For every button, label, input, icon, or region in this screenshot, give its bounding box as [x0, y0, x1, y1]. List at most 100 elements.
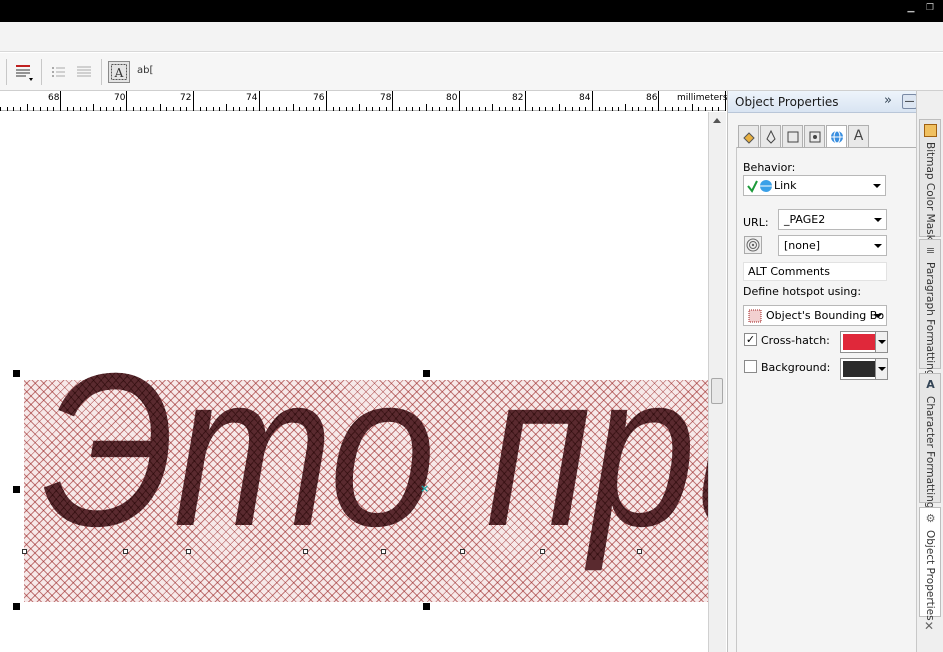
- selection-handle[interactable]: [423, 603, 430, 610]
- summary-icon: [809, 131, 820, 143]
- selection-handle[interactable]: [13, 486, 20, 493]
- ruler-label: 84: [579, 93, 591, 103]
- center-mark-icon[interactable]: ×: [420, 482, 429, 495]
- docker-tab-character-formatting[interactable]: A Character Formatting: [919, 373, 941, 509]
- crosshatch-checkbox[interactable]: ✓: [744, 333, 757, 346]
- target-select[interactable]: [none]: [778, 235, 887, 256]
- character-node[interactable]: [123, 549, 128, 554]
- pen-nib-icon: [765, 129, 776, 144]
- docker-tab-object-properties[interactable]: ⚙ Object Properties: [919, 507, 941, 621]
- behavior-value: Link: [774, 179, 797, 192]
- docker-tab-label: Paragraph Formatting: [924, 262, 936, 377]
- hotspot-label: Define hotspot using:: [743, 285, 862, 298]
- toolbar-separator: [101, 59, 102, 85]
- ruler-ticks: [0, 91, 726, 111]
- edit-text-label[interactable]: ab[: [137, 65, 153, 76]
- ruler-label: 68: [48, 93, 60, 103]
- url-value: _PAGE2: [784, 213, 826, 226]
- chevron-down-icon: [874, 218, 882, 222]
- paragraph-icon: ≡: [925, 244, 936, 257]
- url-select[interactable]: _PAGE2: [778, 209, 887, 230]
- scroll-thumb[interactable]: [711, 378, 723, 404]
- object-properties-panel: Object Properties » — A Behavior: Link U…: [727, 91, 917, 652]
- character-node[interactable]: [540, 549, 545, 554]
- behavior-label: Behavior:: [743, 161, 796, 174]
- url-label: URL:: [743, 216, 769, 229]
- chevron-down-icon: [873, 184, 881, 188]
- background-checkbox[interactable]: [744, 360, 757, 373]
- tabs-divider: [736, 147, 916, 148]
- ruler-unit: millimeters: [677, 93, 728, 103]
- character-node[interactable]: [303, 549, 308, 554]
- character-node[interactable]: [22, 549, 27, 554]
- docker-tab-strip: Bitmap Color Mask ≡ Paragraph Formatting…: [916, 91, 943, 652]
- ruler-label: 72: [180, 93, 192, 103]
- bitmap-mask-icon: [924, 124, 937, 137]
- minimize-panel-icon[interactable]: —: [902, 94, 917, 109]
- character-node[interactable]: [460, 549, 465, 554]
- tab-summary[interactable]: [804, 125, 825, 147]
- background-color-swatch: [843, 361, 875, 377]
- restore-icon[interactable]: ❐: [925, 3, 935, 13]
- character-node[interactable]: [186, 549, 191, 554]
- chevron-down-icon: [875, 359, 887, 379]
- ruler-label: 78: [380, 93, 392, 103]
- hotspot-select[interactable]: Object's Bounding Bo: [743, 305, 887, 326]
- panel-border: [736, 147, 737, 652]
- property-toolbar: A ab[: [0, 53, 943, 91]
- tab-general[interactable]: [782, 125, 803, 147]
- crosshatch-color-picker[interactable]: [840, 331, 888, 353]
- artistic-text-hatch-overlay: Это приме: [42, 342, 708, 560]
- docker-tab-label: Bitmap Color Mask: [924, 142, 936, 241]
- alt-comments-input[interactable]: ALT Comments: [743, 262, 887, 281]
- character-node[interactable]: [381, 549, 386, 554]
- minimize-icon[interactable]: ▁: [906, 3, 916, 13]
- panel-header: Object Properties » —: [728, 91, 917, 113]
- chevron-down-icon: [875, 332, 887, 352]
- bullets-icon[interactable]: [48, 61, 70, 83]
- chevron-down-icon: [874, 314, 882, 318]
- bounding-box-hatch-icon: [748, 309, 762, 323]
- text-frame-icon[interactable]: A: [108, 61, 130, 83]
- background-color-picker[interactable]: [840, 358, 888, 380]
- docker-tab-label: Character Formatting: [924, 396, 936, 509]
- toolbar-separator: [6, 59, 7, 85]
- app-titlebar: ▁ ❐: [0, 0, 943, 22]
- scroll-up-icon[interactable]: [713, 118, 721, 123]
- selection-handle[interactable]: [13, 370, 20, 377]
- vertical-scrollbar[interactable]: [708, 112, 726, 652]
- ruler-label: 74: [246, 93, 258, 103]
- target-frame-icon[interactable]: [744, 236, 762, 254]
- expand-chevrons-icon[interactable]: »: [884, 93, 892, 108]
- crosshatch-label: Cross-hatch:: [761, 334, 830, 347]
- tab-outline[interactable]: [760, 125, 781, 147]
- horizontal-ruler[interactable]: 68 70 72 74 76 78 80 82 84 86 millimeter…: [0, 91, 728, 111]
- target-value: [none]: [784, 239, 821, 252]
- object-properties-icon: ⚙: [925, 512, 936, 525]
- tab-internet[interactable]: [826, 125, 847, 148]
- character-a-icon: A: [853, 128, 864, 144]
- tab-character[interactable]: A: [848, 125, 869, 147]
- bullet-list-red-icon[interactable]: [13, 61, 35, 83]
- drop-cap-icon[interactable]: [73, 61, 95, 83]
- background-label: Background:: [761, 361, 831, 374]
- ruler-label: 80: [446, 93, 458, 103]
- character-node[interactable]: [637, 549, 642, 554]
- ruler-label: 82: [512, 93, 524, 103]
- selection-handle[interactable]: [423, 370, 430, 377]
- docker-tab-paragraph-formatting[interactable]: ≡ Paragraph Formatting: [919, 239, 941, 376]
- hotspot-value: Object's Bounding Bo: [766, 309, 885, 322]
- drawing-canvas[interactable]: Это приме Это приме ×: [0, 112, 708, 652]
- fill-bucket-icon: [742, 132, 755, 144]
- ruler-label: 70: [114, 93, 126, 103]
- docker-tab-bitmap-color-mask[interactable]: Bitmap Color Mask: [919, 119, 941, 241]
- chevron-down-icon: [874, 244, 882, 248]
- behavior-select[interactable]: Link: [743, 175, 886, 196]
- ruler-label: 86: [646, 93, 658, 103]
- tab-fill[interactable]: [738, 125, 759, 147]
- crosshatch-color-swatch: [843, 334, 875, 350]
- character-icon: A: [926, 378, 935, 391]
- close-docker-icon[interactable]: ✕: [924, 619, 934, 633]
- properties-tabs: A: [738, 125, 908, 148]
- selection-handle[interactable]: [13, 603, 20, 610]
